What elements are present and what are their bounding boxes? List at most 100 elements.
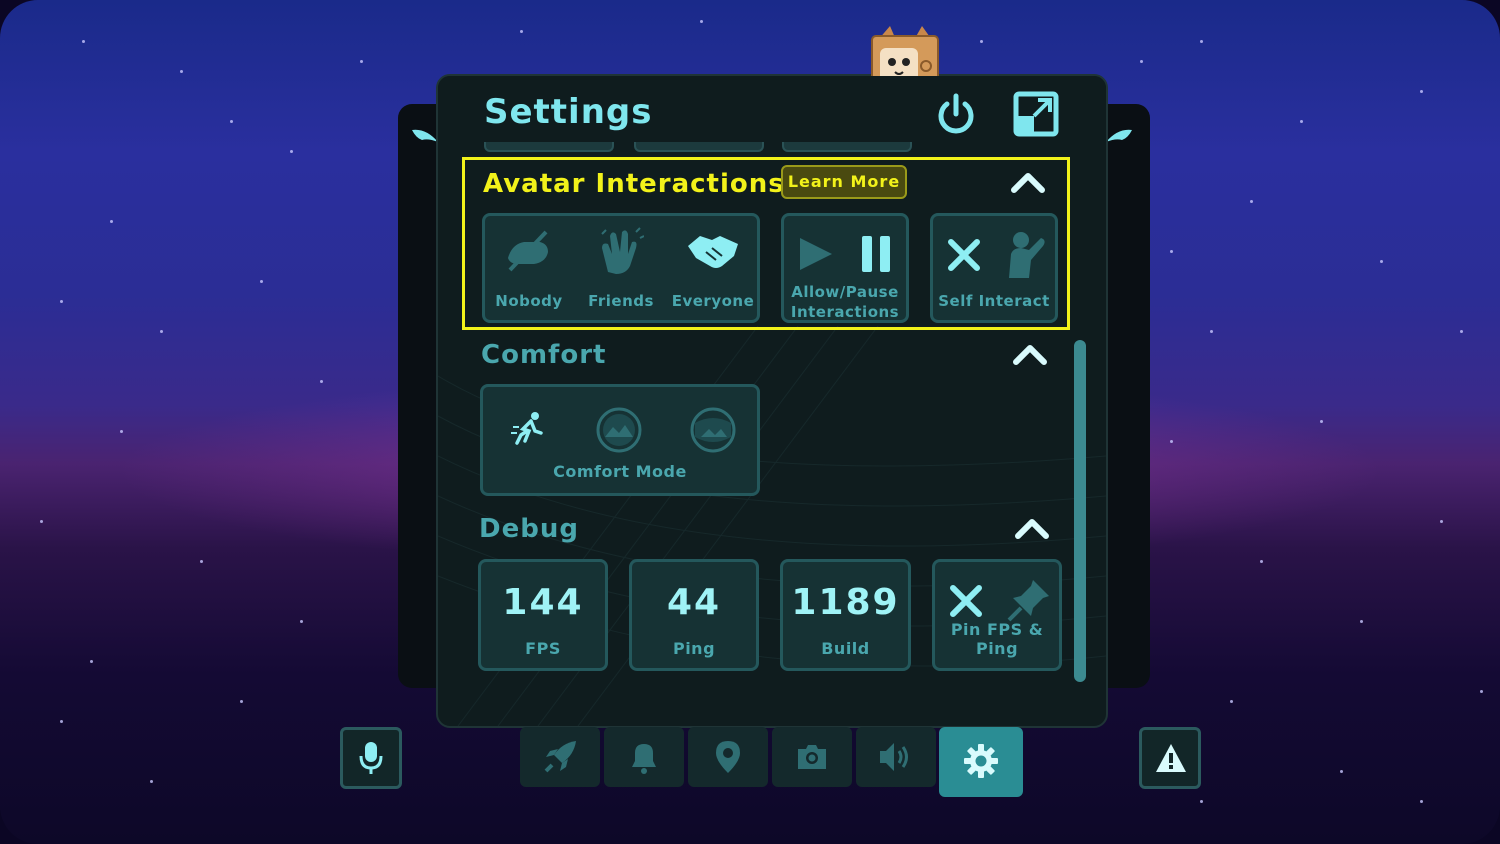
collapse-comfort-chevron-up-icon[interactable]: [1012, 344, 1048, 366]
star: [200, 560, 203, 563]
star: [1140, 60, 1143, 63]
build-value: 1189: [791, 582, 900, 623]
fps-value: 144: [502, 582, 584, 623]
star: [1360, 620, 1363, 623]
star: [1480, 690, 1483, 693]
star: [90, 660, 93, 663]
star: [980, 40, 983, 43]
star: [40, 520, 43, 523]
option-nobody[interactable]: Nobody: [486, 222, 572, 318]
scrollbar[interactable]: [1074, 336, 1088, 682]
star: [320, 380, 323, 383]
star: [60, 720, 63, 723]
vignette-medium-icon[interactable]: [595, 407, 643, 453]
allow-pause-interactions-button[interactable]: Allow/Pause Interactions: [781, 213, 909, 323]
fps-stat-card: 144 FPS: [478, 559, 608, 671]
vignette-strong-icon[interactable]: [689, 407, 737, 453]
expand-icon: [1013, 91, 1059, 137]
avatar-interactions-title: Avatar Interactions: [483, 169, 785, 199]
report-warning-button[interactable]: [1139, 727, 1201, 789]
star: [1420, 800, 1423, 803]
star: [1440, 520, 1443, 523]
page-title: Settings: [484, 92, 653, 132]
star: [1250, 200, 1253, 203]
close-x-icon: [948, 239, 980, 271]
dock-camera-button[interactable]: [772, 727, 852, 787]
warning-icon: [1156, 744, 1186, 772]
dock-settings-button[interactable]: [939, 727, 1023, 797]
tab-stub: [782, 142, 912, 152]
option-friends[interactable]: Friends: [578, 222, 664, 318]
dock-rocket-button[interactable]: [520, 727, 600, 787]
pin-fps-ping-label: Pin FPS & Ping: [950, 620, 1044, 658]
star: [60, 300, 63, 303]
build-stat-card: 1189 Build: [780, 559, 911, 671]
star: [1260, 560, 1263, 563]
star: [240, 700, 243, 703]
power-icon: [938, 93, 974, 134]
dock-audio-button[interactable]: [856, 727, 936, 787]
star: [1200, 800, 1203, 803]
scrollbar-thumb[interactable]: [1074, 340, 1086, 682]
tab-stub: [634, 142, 764, 152]
collapse-debug-chevron-up-icon[interactable]: [1014, 518, 1050, 540]
pin-fps-ping-button[interactable]: Pin FPS & Ping: [932, 559, 1062, 671]
rocket-icon: [544, 741, 576, 773]
star: [1210, 330, 1213, 333]
handshake-icon: [688, 236, 738, 268]
star: [360, 60, 363, 63]
star: [260, 280, 263, 283]
star: [1170, 250, 1173, 253]
close-x-icon: [950, 585, 982, 617]
comfort-mode-label: Comfort Mode: [553, 462, 687, 481]
star: [82, 40, 85, 43]
map-pin-icon: [716, 741, 740, 773]
ping-stat-card: 44 Ping: [629, 559, 759, 671]
star: [1200, 40, 1203, 43]
star: [180, 70, 183, 73]
allow-pause-label-line2: Interactions: [790, 303, 900, 321]
bell-icon: [632, 744, 656, 774]
star: [120, 430, 123, 433]
high-five-hands-icon: [601, 227, 644, 274]
wing-icon: [1106, 129, 1132, 142]
self-interact-label: Self Interact: [938, 292, 1050, 310]
allow-pause-label-line1: Allow/Pause: [791, 283, 899, 301]
star: [160, 330, 163, 333]
play-icon: [800, 238, 832, 270]
option-everyone[interactable]: Everyone: [670, 222, 756, 318]
star: [1300, 120, 1303, 123]
collapse-avatar-interactions-chevron-up-icon[interactable]: [1010, 172, 1046, 194]
option-label: Friends: [588, 292, 654, 310]
dock-location-button[interactable]: [688, 727, 768, 787]
power-button[interactable]: [932, 90, 980, 138]
expand-button[interactable]: [1012, 90, 1060, 138]
star: [1380, 260, 1383, 263]
panel-header: Settings: [438, 76, 1106, 152]
running-person-icon[interactable]: [511, 411, 545, 449]
option-label: Nobody: [495, 292, 563, 310]
comfort-title: Comfort: [481, 340, 607, 370]
speaker-icon: [880, 743, 908, 771]
star: [700, 20, 703, 23]
star: [1230, 700, 1233, 703]
star: [520, 30, 523, 33]
star: [300, 620, 303, 623]
build-label: Build: [821, 639, 870, 658]
self-interact-button[interactable]: Self Interact: [930, 213, 1058, 323]
gear-icon: [964, 744, 998, 778]
learn-more-button[interactable]: Learn More: [781, 165, 907, 199]
option-label: Everyone: [671, 292, 755, 310]
star: [290, 150, 293, 153]
star: [1460, 330, 1463, 333]
ping-label: Ping: [672, 639, 716, 658]
ping-value: 44: [666, 582, 722, 623]
microphone-icon: [359, 742, 383, 774]
tab-stub: [484, 142, 614, 152]
microphone-button[interactable]: [340, 727, 402, 789]
star: [1170, 440, 1173, 443]
debug-title: Debug: [479, 514, 579, 544]
dock-notifications-button[interactable]: [604, 727, 684, 787]
star: [110, 220, 113, 223]
comfort-mode-card: Comfort Mode: [480, 384, 760, 496]
